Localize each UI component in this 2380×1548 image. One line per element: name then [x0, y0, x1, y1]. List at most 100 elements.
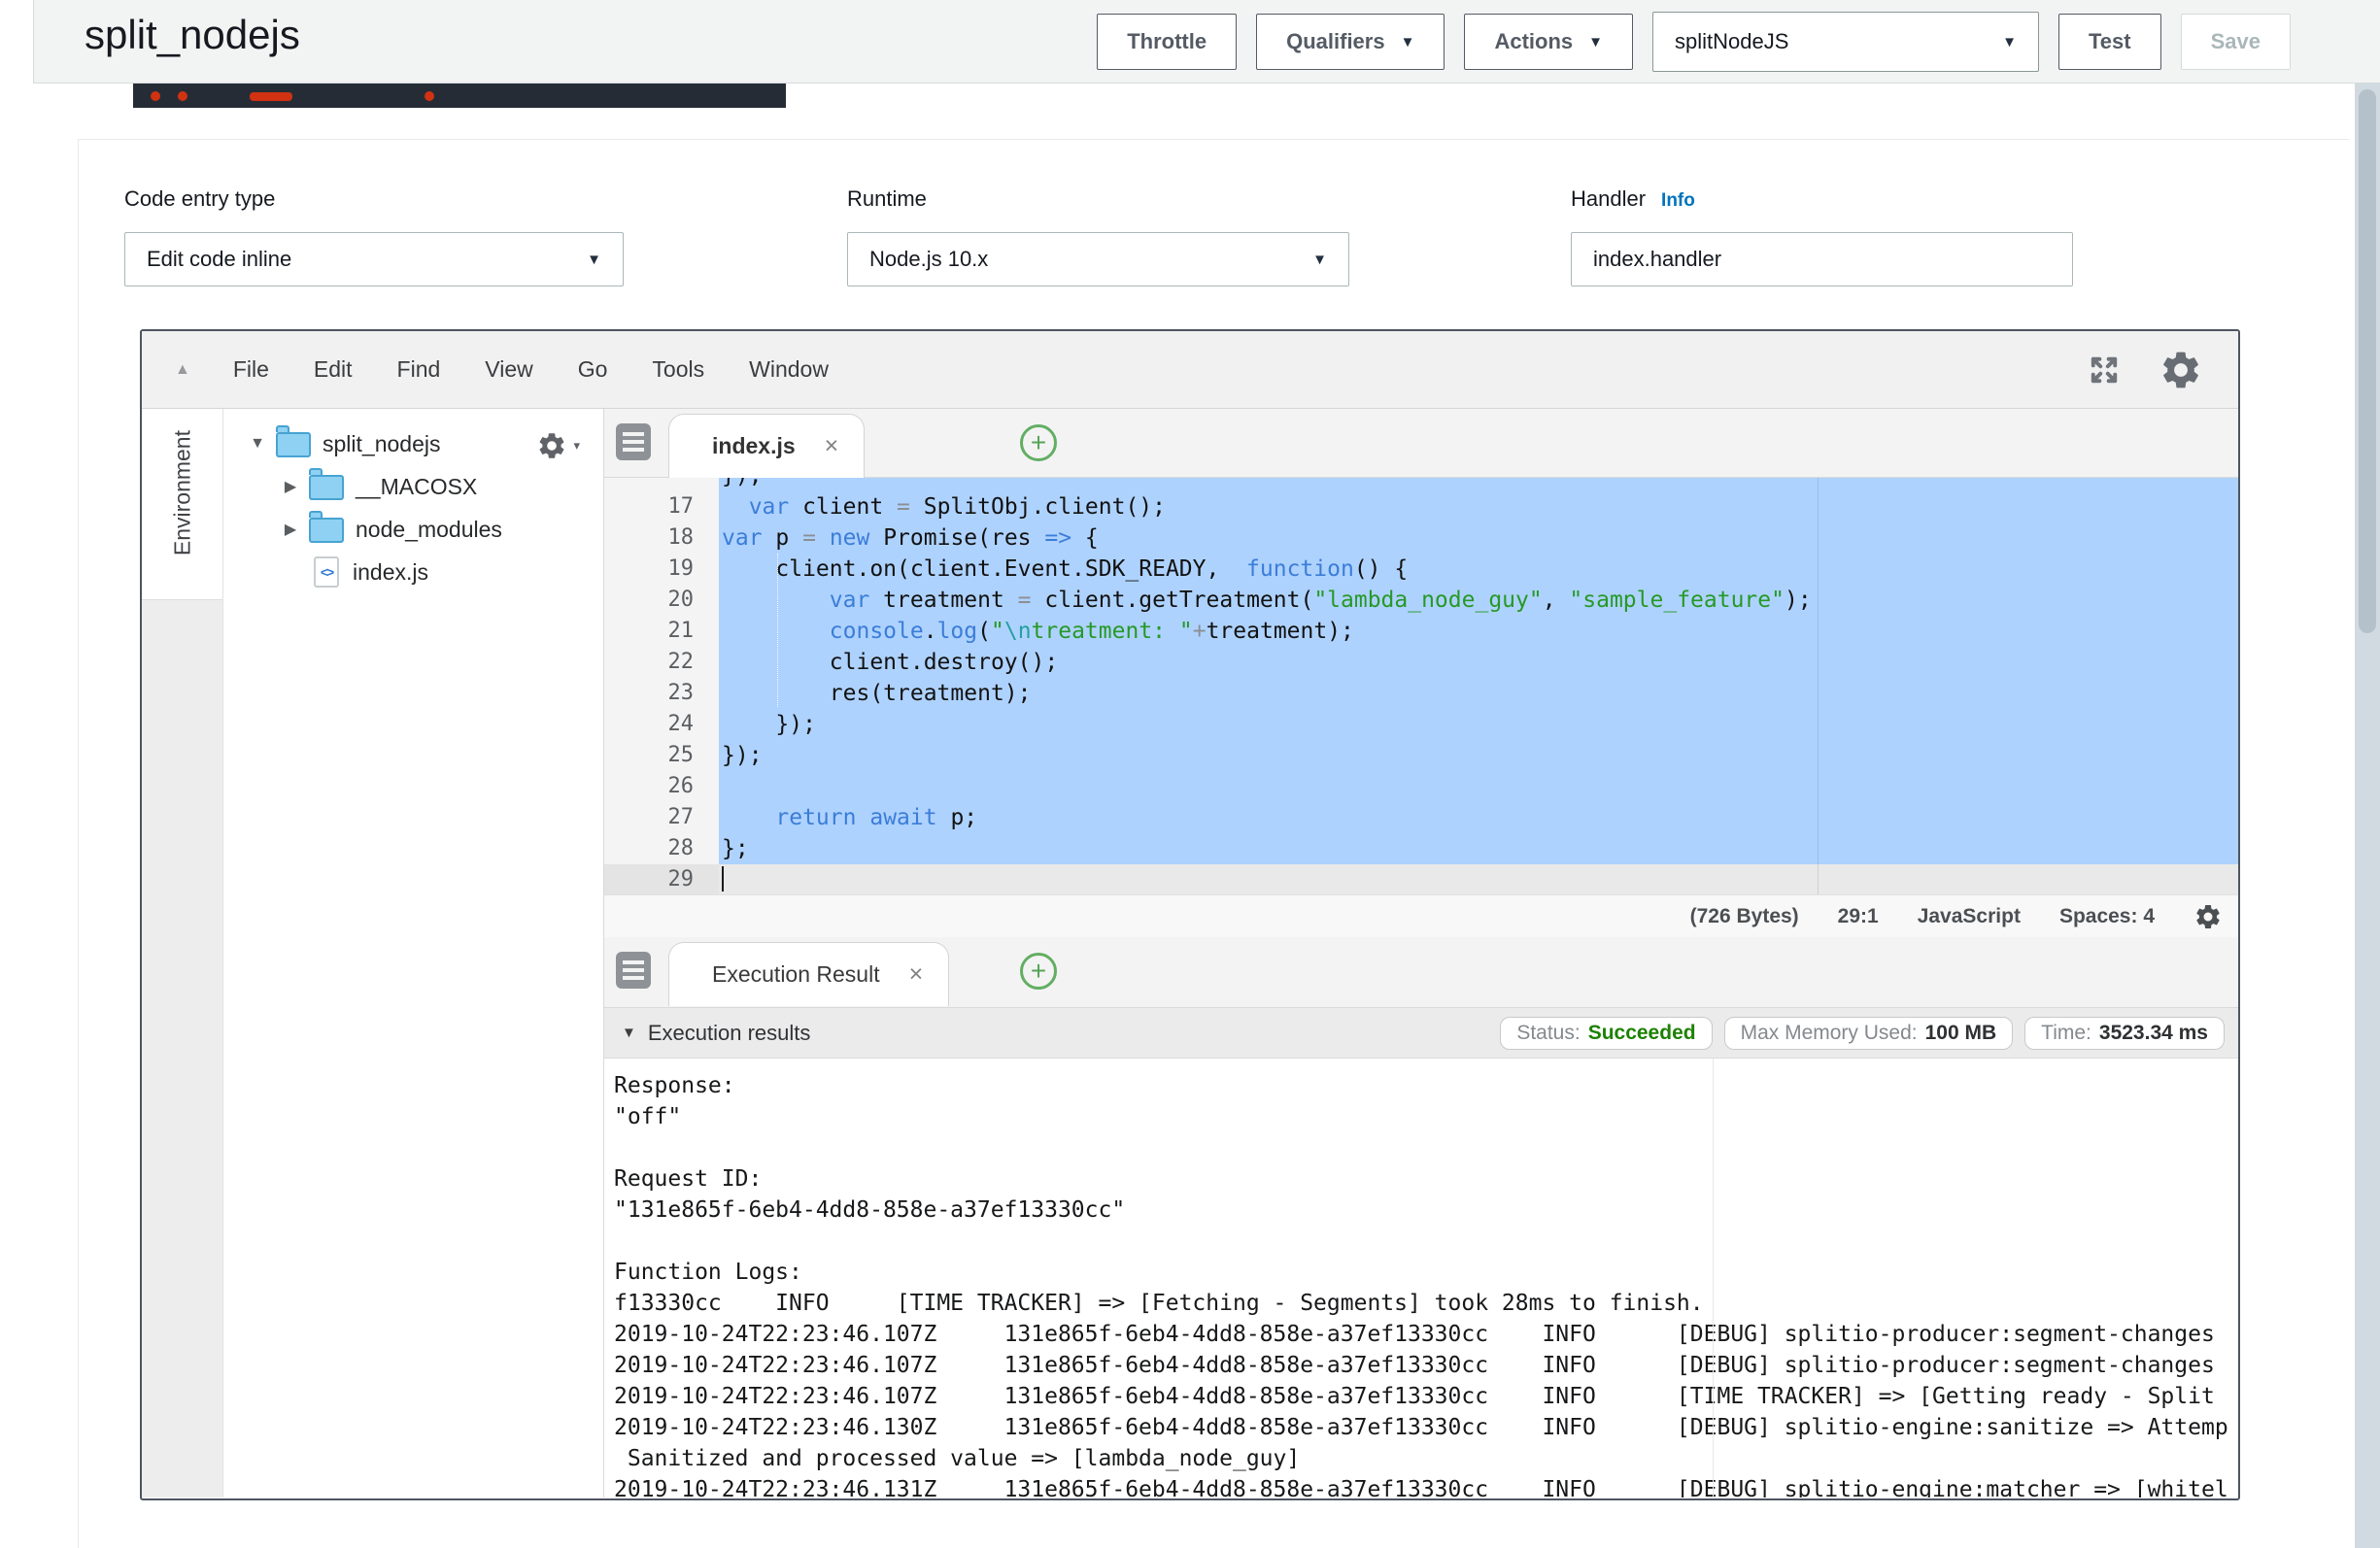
actions-button[interactable]: Actions ▼ — [1464, 14, 1633, 70]
gutter-line-number[interactable]: 19 — [604, 554, 719, 585]
tree-item-label: split_nodejs — [323, 431, 440, 457]
log-line-3: Request ID: — [614, 1163, 2238, 1195]
close-icon[interactable]: × — [825, 434, 839, 458]
editor-settings-gear-icon[interactable] — [2159, 348, 2203, 392]
code-line-content: var client = SplitObj.client(); — [719, 491, 2238, 522]
menu-item-file[interactable]: File — [233, 356, 269, 383]
code-entry-type-group: Code entry type Edit code inline ▼ — [124, 186, 624, 286]
code-line-content — [719, 864, 2238, 894]
file-tree-settings[interactable]: ▾ — [536, 430, 580, 461]
tree-row-index.js[interactable]: <>index.js — [223, 551, 603, 593]
gutter-line-number[interactable]: 18 — [604, 522, 719, 554]
code-editor[interactable]: });17 var client = SplitObj.client();18v… — [604, 478, 2238, 894]
text-cursor — [722, 866, 724, 892]
gutter-line-number[interactable]: 22 — [604, 647, 719, 678]
code-entry-type-select[interactable]: Edit code inline ▼ — [124, 232, 624, 286]
log-line-8: 2019-10-24T22:23:46.107Z 131e865f-6eb4-4… — [614, 1319, 2238, 1350]
tree-row-__MACOSX[interactable]: ▶__MACOSX — [223, 465, 603, 508]
close-icon[interactable]: × — [909, 962, 924, 987]
tree-row-node_modules[interactable]: ▶node_modules — [223, 508, 603, 551]
menu-item-edit[interactable]: Edit — [314, 356, 353, 383]
gutter-line-number[interactable]: 29 — [604, 864, 719, 894]
code-line-content: }); — [719, 740, 2238, 771]
new-tab-icon[interactable]: + — [1020, 953, 1057, 990]
menu-item-find[interactable]: Find — [397, 356, 441, 383]
code-rows: });17 var client = SplitObj.client();18v… — [604, 478, 2238, 894]
scrollbar-thumb[interactable] — [2359, 89, 2376, 633]
tab-list-icon[interactable] — [616, 952, 651, 989]
chevron-right-icon[interactable]: ▶ — [278, 477, 303, 496]
log-line-13: 2019-10-24T22:23:46.131Z 131e865f-6eb4-4… — [614, 1474, 2238, 1498]
collapse-pane-icon[interactable]: ▲ — [175, 361, 190, 379]
menu-item-tools[interactable]: Tools — [652, 356, 704, 383]
code-line-19: 19 client.on(client.Event.SDK_READY, fun… — [604, 554, 2238, 585]
header-actions: Throttle Qualifiers ▼ Actions ▼ splitNod… — [1097, 12, 2291, 72]
tab-list-icon[interactable] — [616, 423, 651, 460]
actions-button-label: Actions — [1494, 29, 1573, 54]
file-tree-panel: ▼ split_nodejs ▶__MACOSX▶node_modules<>ind… — [223, 409, 604, 1498]
log-line-1: "off" — [614, 1101, 2238, 1132]
log-line-9: 2019-10-24T22:23:46.107Z 131e865f-6eb4-4… — [614, 1350, 2238, 1381]
cursor-position[interactable]: 29:1 — [1838, 905, 1879, 928]
handler-input[interactable]: index.handler — [1571, 232, 2073, 286]
tab-index-js[interactable]: index.js × — [668, 414, 865, 478]
code-entry-type-label: Code entry type — [124, 186, 624, 212]
chevron-down-icon[interactable]: ▼ — [245, 435, 270, 453]
test-event-select[interactable]: splitNodeJS ▼ — [1652, 12, 2039, 72]
code-entry-type-value: Edit code inline — [147, 247, 291, 272]
gutter-line-number[interactable]: 28 — [604, 833, 719, 864]
execution-output[interactable]: Response:"off" Request ID:"131e865f-6eb4… — [604, 1059, 2238, 1498]
editor-body: Environment ▼ split_nodejs ▶__MACOSX▶node_… — [142, 409, 2238, 1498]
code-line-content: return await p; — [719, 802, 2238, 833]
log-line-6: Function Logs: — [614, 1257, 2238, 1288]
qualifiers-button-label: Qualifiers — [1286, 29, 1384, 54]
gutter-line-number[interactable]: 26 — [604, 771, 719, 802]
handler-label: Handler — [1571, 186, 1646, 212]
language-mode[interactable]: JavaScript — [1918, 905, 2021, 928]
error-dot-icon — [151, 91, 160, 101]
chevron-down-icon[interactable]: ▼ — [622, 1025, 636, 1041]
gutter-line-number[interactable]: 21 — [604, 616, 719, 647]
badge-label: Time: — [2041, 1022, 2091, 1045]
indentation-setting[interactable]: Spaces: 4 — [2059, 905, 2155, 928]
gutter-line-number[interactable]: 17 — [604, 491, 719, 522]
handler-input-value: index.handler — [1593, 247, 1721, 272]
new-tab-icon[interactable]: + — [1020, 424, 1057, 461]
badge-maxmemoryused: Max Memory Used:100 MB — [1724, 1017, 2014, 1050]
menu-bar-right-icons — [2087, 331, 2203, 409]
runtime-select[interactable]: Node.js 10.x ▼ — [847, 232, 1349, 286]
test-button[interactable]: Test — [2058, 14, 2161, 70]
throttle-button[interactable]: Throttle — [1097, 14, 1237, 70]
gutter-line-number[interactable]: 24 — [604, 709, 719, 740]
code-line-28: 28}; — [604, 833, 2238, 864]
chevron-down-icon: ▾ — [573, 438, 580, 454]
log-line-0: Response: — [614, 1070, 2238, 1101]
gutter-cell — [604, 478, 719, 491]
handler-info-link[interactable]: Info — [1661, 190, 1695, 212]
badge-value: Succeeded — [1588, 1022, 1696, 1045]
gear-icon — [536, 430, 567, 461]
editor-menu-bar: ▲ File Edit Find View Go Tools Window — [142, 331, 2238, 409]
page-scrollbar[interactable] — [2355, 84, 2380, 1548]
gutter-line-number[interactable]: 20 — [604, 585, 719, 616]
menu-item-go[interactable]: Go — [578, 356, 608, 383]
log-line-7: f13330cc INFO [TIME TRACKER] => [Fetchin… — [614, 1288, 2238, 1319]
fullscreen-icon[interactable] — [2087, 353, 2122, 387]
tab-execution-result[interactable]: Execution Result × — [668, 942, 949, 1006]
execution-output-lines: Response:"off" Request ID:"131e865f-6eb4… — [614, 1070, 2238, 1498]
statusbar-gear-icon[interactable] — [2193, 902, 2223, 931]
chevron-down-icon: ▼ — [1588, 34, 1603, 50]
qualifiers-button[interactable]: Qualifiers ▼ — [1256, 14, 1445, 70]
gutter-line-number[interactable]: 23 — [604, 678, 719, 709]
menu-item-view[interactable]: View — [485, 356, 532, 383]
cloud9-editor: ▲ File Edit Find View Go Tools Window Environm… — [140, 329, 2240, 1500]
chevron-down-icon: ▼ — [1401, 34, 1415, 50]
environment-tab-strip: Environment — [142, 409, 223, 1498]
tab-environment[interactable]: Environment — [169, 430, 195, 555]
menu-item-window[interactable]: Window — [749, 356, 829, 383]
chevron-right-icon[interactable]: ▶ — [278, 520, 303, 539]
gutter-line-number[interactable]: 25 — [604, 740, 719, 771]
function-code-card-border — [78, 139, 2349, 140]
gutter-line-number[interactable]: 27 — [604, 802, 719, 833]
save-button[interactable]: Save — [2181, 14, 2291, 70]
